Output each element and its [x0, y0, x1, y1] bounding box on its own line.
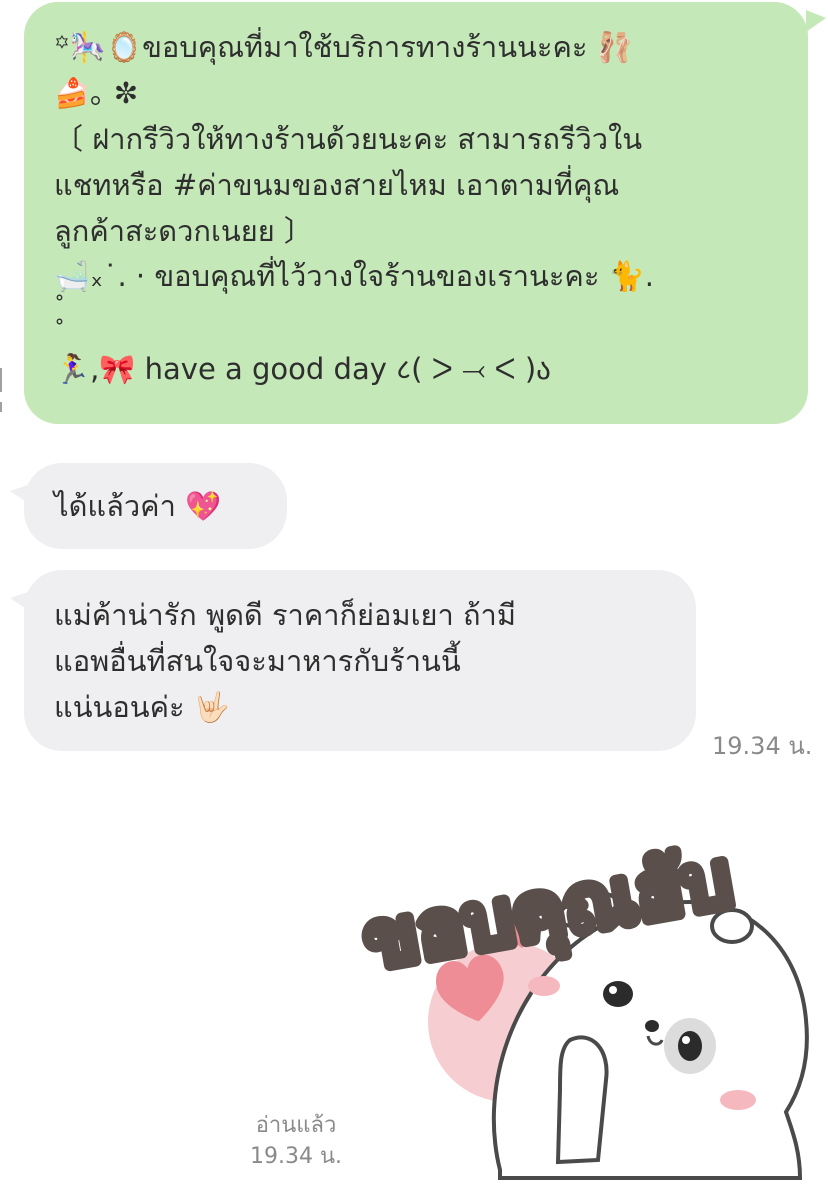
- bear-paw: [555, 1035, 609, 1165]
- bear-cheek: [528, 976, 560, 996]
- message-line: แม่ค้าน่ารัก พูดดี ราคาก็ย่อมเยา ถ้ามี: [54, 598, 516, 632]
- bear-eye: [603, 981, 633, 1007]
- message-timestamp: 19.34 น.: [712, 732, 813, 760]
- message-line: แอพอื่นที่สนใจจะมาหารกับร้านนี้: [54, 644, 461, 678]
- read-status: อ่านแล้ว: [255, 1113, 337, 1138]
- bear-cheek: [720, 1090, 756, 1110]
- message-line: ˚: [54, 319, 65, 344]
- message-line: 〔 ฝากรีวิวให้ทางร้านด้วยนะคะ สามารถรีวิว…: [54, 122, 643, 156]
- message-line: 🏃‍♀️,🎀 have a good day ८( ᐳ ⤙ ᐸ )ა: [54, 352, 551, 386]
- bear-nose: [645, 1020, 659, 1032]
- bear-thank-you-sticker[interactable]: ขอบคุณฮับ ขอบคุณฮับ: [352, 790, 820, 1180]
- edge-indicator: [0, 362, 3, 418]
- bubble-tail: [10, 592, 28, 610]
- read-receipt: อ่านแล้ว 19.34 น.: [246, 1110, 346, 1172]
- message-line: ꙳🎠🪞ขอบคุณที่มาใช้บริการทางร้านนะคะ 🩰: [54, 30, 633, 64]
- message-line: 🍰｡ ✼: [54, 76, 139, 110]
- bubble-tail: [10, 485, 28, 503]
- bear-eye: [678, 1031, 702, 1061]
- chat-screen: ꙳🎠🪞ขอบคุณที่มาใช้บริการทางร้านนะคะ 🩰 🍰｡ …: [0, 0, 828, 1200]
- bubble-tail: [806, 10, 826, 32]
- message-line: ลูกค้าสะดวกเนยย 〕: [54, 214, 313, 248]
- incoming-message-bubble[interactable]: ได้แล้วค่า 💖: [10, 463, 287, 549]
- incoming-message-bubble[interactable]: แม่ค้าน่ารัก พูดดี ราคาก็ย่อมเยา ถ้ามี แ…: [10, 570, 696, 751]
- read-time: 19.34 น.: [249, 1144, 342, 1169]
- message-line: 🛁ₓ˙. · ขอบคุณที่ไว้วางใจร้านของเรานะคะ 🐈…: [54, 259, 654, 293]
- outgoing-message-bubble[interactable]: ꙳🎠🪞ขอบคุณที่มาใช้บริการทางร้านนะคะ 🩰 🍰｡ …: [24, 2, 826, 424]
- message-line: แน่นอนค่ะ 🤟🏻: [54, 690, 230, 724]
- message-line: แชทหรือ #ค่าขนมของสายไหม เอาตามที่คุณ: [54, 168, 620, 202]
- message-line: ˚: [54, 295, 65, 320]
- message-line: ได้แล้วค่า 💖: [54, 489, 222, 523]
